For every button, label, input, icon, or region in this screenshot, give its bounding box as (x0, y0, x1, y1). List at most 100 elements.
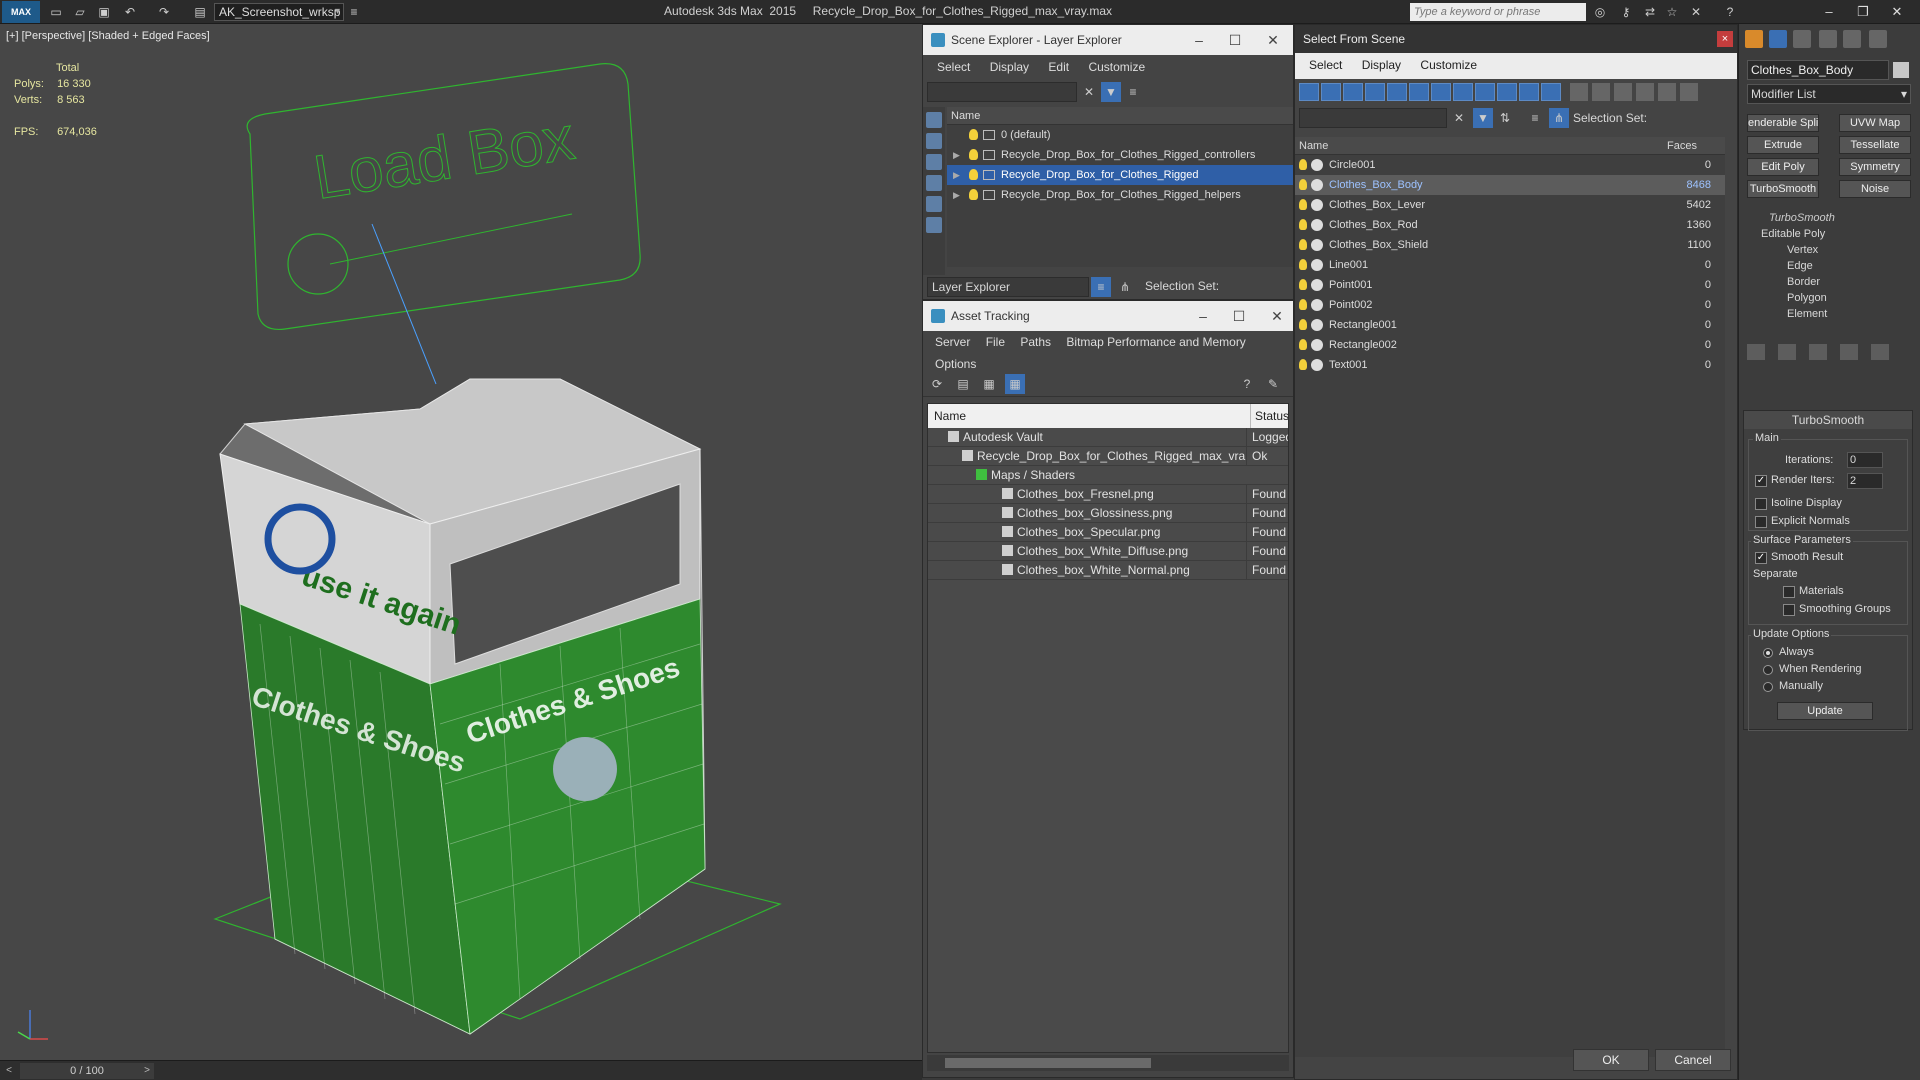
help-icon[interactable]: ? (1722, 4, 1738, 20)
search-input[interactable]: Type a keyword or phrase (1410, 3, 1586, 21)
layers-toggle-icon[interactable]: ≡ (1091, 277, 1111, 297)
iterations-spinner[interactable]: 0 (1847, 452, 1883, 468)
modify-tab-icon[interactable] (1769, 30, 1787, 48)
table-row[interactable]: Autodesk Vault Logged (928, 428, 1288, 447)
menu-customize[interactable]: Customize (1080, 55, 1153, 79)
filter-shapes-icon[interactable] (926, 133, 942, 149)
isoline-display-checkbox[interactable] (1755, 498, 1767, 510)
list-item[interactable]: Point001 0 (1295, 275, 1725, 295)
cameras-filter-icon[interactable] (1365, 83, 1385, 101)
stack-sub-border[interactable]: Border (1747, 274, 1911, 290)
layer-row[interactable]: ▶ Recycle_Drop_Box_for_Clothes_Rigged_he… (947, 185, 1293, 205)
redo-icon[interactable]: ↷ (156, 4, 172, 20)
name-column-header[interactable]: Name (1299, 137, 1328, 155)
stack-sub-element[interactable]: Element (1747, 306, 1911, 322)
list-item[interactable]: Point002 0 (1295, 295, 1725, 315)
close-button[interactable]: × (1717, 31, 1733, 47)
edit-poly-button[interactable]: Edit Poly (1747, 158, 1819, 176)
configure-sets-icon[interactable] (1871, 344, 1889, 360)
table-row[interactable]: Clothes_box_Fresnel.png Found (928, 485, 1288, 504)
minimize-button[interactable]: – (1814, 2, 1844, 22)
scene-explorer-filter-input[interactable] (927, 82, 1077, 102)
list-item[interactable]: Clothes_Box_Shield 1100 (1295, 235, 1725, 255)
make-unique-icon[interactable] (1809, 344, 1827, 360)
menu-display[interactable]: Display (1354, 53, 1409, 77)
list-item[interactable]: Clothes_Box_Rod 1360 (1295, 215, 1725, 235)
list-icon[interactable]: ▤ (953, 374, 973, 394)
select-from-scene-titlebar[interactable]: Select From Scene × (1295, 25, 1737, 53)
list-item[interactable]: Text001 0 (1295, 355, 1725, 375)
lightbulb-icon[interactable] (1299, 159, 1307, 170)
lightbulb-icon[interactable] (969, 129, 978, 140)
explorer-type-dropdown[interactable]: Layer Explorer (927, 277, 1089, 297)
maximize-button[interactable]: ❐ (1848, 2, 1878, 22)
key-icon[interactable]: ⚷ (1618, 4, 1634, 20)
app-logo[interactable]: MAX (2, 1, 40, 23)
close-x-icon[interactable]: ✕ (1688, 4, 1704, 20)
list-item[interactable]: Rectangle001 0 (1295, 315, 1725, 335)
table-row[interactable]: Recycle_Drop_Box_for_Clothes_Rigged_max_… (928, 447, 1288, 466)
menu-file[interactable]: File (980, 331, 1011, 353)
close-button[interactable]: ✕ (1882, 2, 1912, 22)
perspective-viewport[interactable]: [+] [Perspective] [Shaded + Edged Faces]… (0, 24, 922, 1060)
help-icon[interactable]: ? (1237, 374, 1257, 394)
maximize-button[interactable]: ☐ (1221, 301, 1257, 331)
close-button[interactable]: ✕ (1259, 301, 1295, 331)
status-column-header[interactable]: Status (1250, 404, 1288, 428)
layer-row-selected[interactable]: ▶ Recycle_Drop_Box_for_Clothes_Rigged (947, 165, 1293, 185)
list-item[interactable]: Line001 0 (1295, 255, 1725, 275)
expand-icon[interactable]: ▶ (953, 145, 960, 165)
lightbulb-icon[interactable] (1299, 279, 1307, 290)
table-view-icon[interactable]: ▦ (1005, 374, 1025, 394)
list-item[interactable]: Rectangle002 0 (1295, 335, 1725, 355)
lights-filter-icon[interactable] (1343, 83, 1363, 101)
clear-find-icon[interactable]: ✕ (1449, 108, 1469, 128)
smoothing-groups-checkbox[interactable] (1783, 604, 1795, 616)
layer-tools-icon[interactable]: ≡ (1123, 82, 1143, 102)
prev-frame-button[interactable]: < (2, 1063, 16, 1079)
minimize-button[interactable]: – (1185, 301, 1221, 331)
ok-button[interactable]: OK (1573, 1049, 1649, 1071)
close-button[interactable]: ✕ (1255, 25, 1291, 55)
noise-button[interactable]: Noise (1839, 180, 1911, 198)
asset-tracking-titlebar[interactable]: Asset Tracking – ☐ ✕ (923, 301, 1293, 331)
stack-item-editable-poly[interactable]: Editable Poly (1747, 226, 1911, 242)
filter-layers-icon[interactable] (926, 217, 942, 233)
geometry-filter-icon[interactable] (1299, 83, 1319, 101)
extrude-button[interactable]: Extrude (1747, 136, 1819, 154)
workspace-dropdown[interactable]: AK_Screenshot_wrksp ▾ (214, 3, 344, 21)
render-iters-spinner[interactable]: 2 (1847, 473, 1883, 489)
scene-explorer-titlebar[interactable]: Scene Explorer - Layer Explorer – ☐ ✕ (923, 25, 1293, 55)
menu-bitmap-performance[interactable]: Bitmap Performance and Memory (1060, 331, 1251, 353)
explicit-normals-checkbox[interactable] (1755, 516, 1767, 528)
filter-icon[interactable]: ▼ (1101, 82, 1121, 102)
expand-icon[interactable]: ▶ (953, 185, 960, 205)
binoculars-icon[interactable]: ◎ (1592, 4, 1608, 20)
remove-modifier-icon[interactable] (1840, 344, 1858, 360)
project-icon[interactable]: ▤ (192, 4, 208, 20)
maximize-button[interactable]: ☐ (1217, 25, 1253, 55)
always-radio[interactable] (1763, 648, 1773, 658)
shapes-filter-icon[interactable] (1321, 83, 1341, 101)
refresh-icon[interactable]: ⟳ (927, 374, 947, 394)
display-tab-icon[interactable] (1843, 30, 1861, 48)
update-button[interactable]: Update (1777, 702, 1873, 720)
turbosmooth-button[interactable]: TurboSmooth (1747, 180, 1819, 198)
thumbnail-icon[interactable]: ▦ (979, 374, 999, 394)
hierarchy-view-icon[interactable]: ⋔ (1549, 108, 1569, 128)
menu-paths[interactable]: Paths (1014, 331, 1057, 353)
undo-icon[interactable]: ↶ (122, 4, 138, 20)
helpers-filter-icon[interactable] (1387, 83, 1407, 101)
stack-item-turbosmooth[interactable]: TurboSmooth (1747, 210, 1911, 226)
filter-helpers-icon[interactable] (926, 196, 942, 212)
list-item[interactable]: Circle001 0 (1295, 155, 1725, 175)
groups-filter-icon[interactable] (1431, 83, 1451, 101)
save-icon[interactable]: ▣ (96, 4, 112, 20)
filter-cameras-icon[interactable] (926, 175, 942, 191)
utilities-tab-icon[interactable] (1869, 30, 1887, 48)
expand-icon[interactable]: ▶ (953, 165, 960, 185)
uvw-map-button[interactable]: UVW Map (1839, 114, 1911, 132)
bones-filter-icon[interactable] (1475, 83, 1495, 101)
layer-column-header[interactable]: Name (947, 107, 1293, 125)
lightbulb-icon[interactable] (1299, 359, 1307, 370)
